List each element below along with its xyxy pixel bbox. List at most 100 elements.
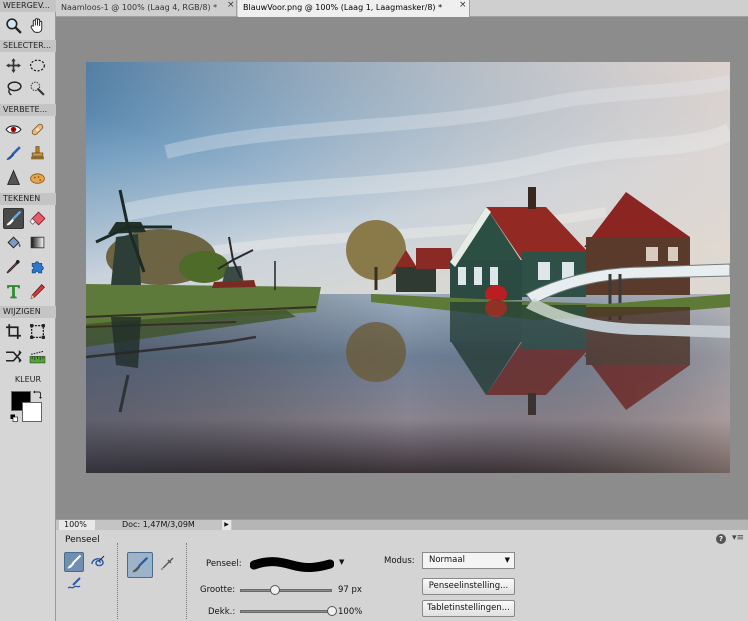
clone-stamp-tool[interactable] <box>27 143 48 164</box>
size-slider-track[interactable] <box>240 589 332 592</box>
eraser-tool[interactable] <box>27 208 48 229</box>
paint-bucket-icon <box>7 236 21 249</box>
paint-bucket-tool[interactable] <box>3 232 24 253</box>
section-view-label: WEERGEV... <box>0 0 56 12</box>
default-colors-icon[interactable] <box>10 414 18 422</box>
windmill-village-photo <box>86 62 730 473</box>
pencil-tool[interactable] <box>27 281 48 302</box>
airbrush-off-button[interactable] <box>127 552 153 578</box>
tab-close-icon[interactable]: × <box>459 0 467 10</box>
tool-options-title: Penseel <box>65 535 100 545</box>
help-icon[interactable]: ? <box>716 534 726 544</box>
opacity-slider-knob[interactable] <box>327 606 337 616</box>
spot-healing-tool[interactable] <box>27 119 48 140</box>
background-color-swatch[interactable] <box>22 402 42 422</box>
status-menu-arrow-icon[interactable]: ▶ <box>222 520 231 530</box>
crop-icon <box>6 324 21 339</box>
brush-settings-button[interactable]: Penseelinstelling... <box>422 578 515 595</box>
brush-preset-preview[interactable] <box>250 554 334 576</box>
pencil-icon <box>30 284 45 299</box>
canvas-area[interactable] <box>56 17 748 519</box>
move-tool[interactable] <box>3 55 24 76</box>
opacity-label: Dekk.: <box>208 607 236 617</box>
section-select-label: SELECTER... <box>0 40 56 52</box>
type-icon <box>7 285 20 299</box>
section-modify-label: WIJZIGEN <box>0 306 56 318</box>
airbrush-button[interactable] <box>157 554 177 574</box>
puzzle-shape-icon <box>31 261 44 274</box>
size-slider-knob[interactable] <box>269 585 280 595</box>
brush-mode-button[interactable] <box>64 552 84 572</box>
options-separator <box>186 543 187 619</box>
sharpen-tool[interactable] <box>3 167 24 188</box>
status-bar: 100% Doc: 1,47M/3,09M ▶ <box>56 519 748 530</box>
document-tab-bar: Naamloos-1 @ 100% (Laag 4, RGB/8) * × Bl… <box>56 0 748 17</box>
sponge-icon <box>30 173 45 184</box>
smart-brush-tool[interactable] <box>3 143 24 164</box>
straighten-tool[interactable] <box>27 346 48 367</box>
sponge-tool[interactable] <box>27 167 48 188</box>
custom-shape-tool[interactable] <box>27 256 48 277</box>
triangle-icon <box>7 169 20 185</box>
ellipse-marquee-tool[interactable] <box>27 55 48 76</box>
section-draw-label: TEKENEN <box>0 193 56 205</box>
document-size-info: Doc: 1,47M/3,09M <box>122 520 195 529</box>
lasso-icon <box>7 81 22 96</box>
quick-selection-icon <box>30 81 45 96</box>
ellipse-marquee-icon <box>29 59 46 72</box>
recompose-icon <box>30 324 45 339</box>
opacity-value: 100% <box>338 607 363 617</box>
zoom-tool[interactable] <box>3 15 24 36</box>
tablet-settings-button[interactable]: Tabletinstellingen... <box>422 600 515 617</box>
tab-label: BlauwVoor.png @ 100% (Laag 1, Laagmasker… <box>243 3 443 12</box>
lasso-tool[interactable] <box>3 78 24 99</box>
brush-dropdown-arrow-icon[interactable]: ▼ <box>339 558 344 566</box>
mode-label: Modus: <box>384 556 415 566</box>
section-enhance-label: VERBETE... <box>0 104 56 116</box>
quick-selection-tool[interactable] <box>27 78 48 99</box>
stamp-icon <box>31 146 44 160</box>
hand-icon <box>30 18 43 33</box>
red-eye-tool[interactable] <box>3 119 24 140</box>
color-replacement-icon <box>67 577 81 589</box>
brush-label: Penseel: <box>206 559 242 569</box>
size-value: 97 px <box>338 585 362 595</box>
tab-label: Naamloos-1 @ 100% (Laag 4, RGB/8) * <box>61 3 218 12</box>
type-tool[interactable] <box>3 281 24 302</box>
options-separator <box>117 543 118 619</box>
panel-menu-icon[interactable]: ▾≡ <box>732 533 744 543</box>
size-label: Grootte: <box>200 585 236 595</box>
brush-icon <box>67 554 82 569</box>
section-color-label: KLEUR <box>14 375 42 384</box>
tab-naamloos-1[interactable]: Naamloos-1 @ 100% (Laag 4, RGB/8) * <box>56 0 237 17</box>
swap-colors-icon[interactable] <box>33 390 42 399</box>
brush-tool[interactable] <box>3 208 24 229</box>
document-photo[interactable] <box>86 62 730 473</box>
content-move-icon <box>6 350 22 363</box>
magnifier-icon <box>6 18 22 34</box>
eyedropper-tool[interactable] <box>3 256 24 277</box>
impressionist-brush-icon <box>91 555 105 567</box>
airbrush-icon <box>161 557 174 570</box>
toolbox: WEERGEV... SELECTER... VERBETE... TEKENE… <box>0 0 56 621</box>
tool-options-bar: Penseel Penseel: ▼ Grootte: 97 px Dekk.:… <box>56 530 748 621</box>
straighten-icon <box>29 350 46 364</box>
color-replacement-button[interactable] <box>64 574 84 594</box>
mode-select[interactable]: Normaal ▼ <box>422 552 515 569</box>
chevron-down-icon: ▼ <box>504 556 510 564</box>
content-aware-move-tool[interactable] <box>3 346 24 367</box>
eye-icon <box>5 125 22 134</box>
brush-icon <box>6 210 22 226</box>
crop-tool[interactable] <box>3 321 24 342</box>
opacity-slider-track[interactable] <box>240 610 332 613</box>
zoom-level-field[interactable]: 100% <box>59 520 95 530</box>
tab-blauwvoor[interactable]: BlauwVoor.png @ 100% (Laag 1, Laagmasker… <box>238 0 470 17</box>
hand-tool[interactable] <box>27 15 48 36</box>
recompose-tool[interactable] <box>27 321 48 342</box>
bandage-icon <box>31 123 44 136</box>
eyedropper-icon <box>6 259 20 274</box>
tab-close-icon[interactable]: × <box>227 0 235 10</box>
mode-value: Normaal <box>429 555 465 565</box>
impressionist-brush-button[interactable] <box>88 552 108 572</box>
gradient-tool[interactable] <box>27 232 48 253</box>
